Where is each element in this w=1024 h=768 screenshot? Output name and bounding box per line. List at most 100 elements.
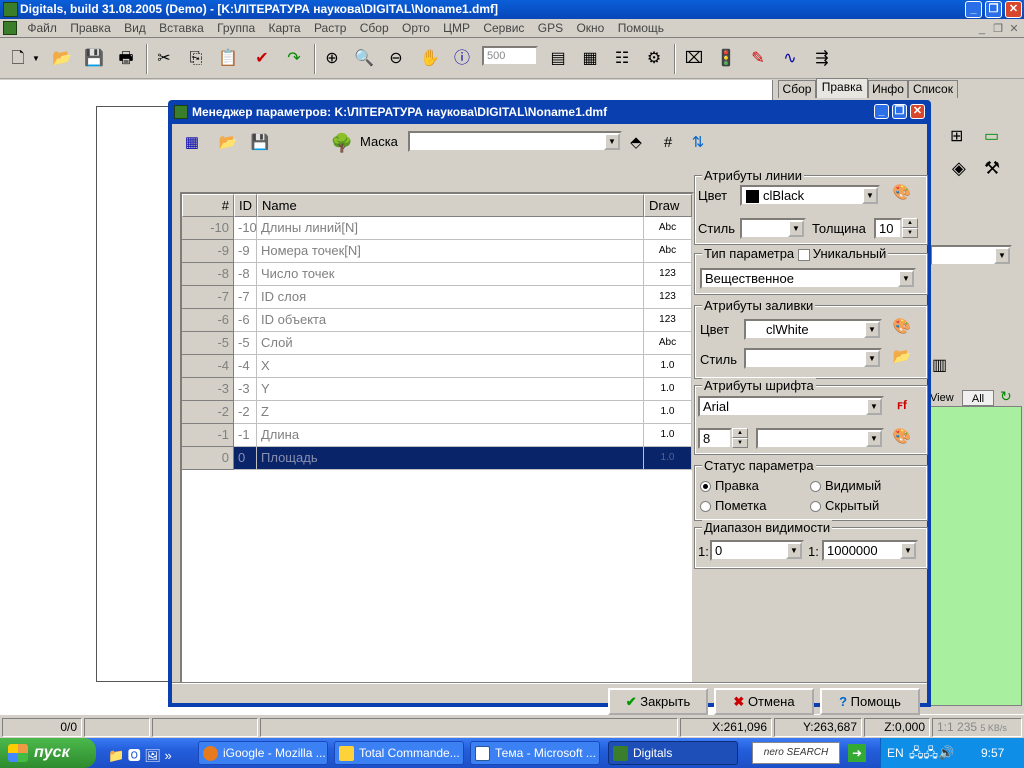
chevron-down-icon[interactable]: ▼	[866, 398, 882, 415]
language-indicator[interactable]: EN	[887, 746, 904, 760]
line-palette-icon[interactable]: 🎨	[890, 182, 914, 204]
task-digitals[interactable]: Digitals	[608, 741, 738, 765]
font-size-input[interactable]: 8	[698, 428, 732, 449]
menu-collect[interactable]: Сбор	[355, 19, 394, 38]
table-row[interactable]: -3 -3 Y 1.0	[182, 378, 692, 401]
edit-table-icon[interactable]: ▦	[180, 132, 204, 154]
status-edit-radio[interactable]: Правка	[700, 478, 759, 493]
go-arrow-icon[interactable]: ➜	[848, 744, 866, 762]
table-row[interactable]: -1 -1 Длина 1.0	[182, 424, 692, 447]
chevron-down-icon[interactable]: ▼	[866, 430, 882, 447]
visibility-to-select[interactable]: 1000000 ▼	[822, 540, 918, 561]
panel-combo[interactable]: ▼	[930, 245, 1012, 266]
task-firefox[interactable]: iGoogle - Mozilla ...	[198, 741, 328, 765]
table-row[interactable]: 0 0 Площадь 1.0	[182, 447, 692, 470]
thickness-spinner[interactable]: ▲ ▼	[902, 218, 918, 239]
start-button[interactable]: пуск	[0, 738, 96, 768]
line-tool-icon[interactable]: ▭	[984, 126, 999, 146]
dialog-minimize-button[interactable]: _	[874, 104, 889, 119]
chevron-down-icon[interactable]: ▼	[788, 220, 804, 237]
panel-tool-icon[interactable]: ▥	[932, 355, 947, 375]
new-document-icon[interactable]: 🗋	[6, 47, 30, 71]
table-row[interactable]: -6 -6 ID объекта 123	[182, 309, 692, 332]
help-button[interactable]: ? Помощь	[820, 688, 920, 715]
menu-view[interactable]: Вид	[119, 19, 151, 38]
chevron-down-icon[interactable]: ▼	[604, 133, 620, 150]
fill-palette-icon[interactable]: 🎨	[890, 316, 914, 338]
tray-icons[interactable]: 🖧🖧🔊	[909, 744, 954, 766]
select-box-icon[interactable]: ⊞	[950, 126, 963, 146]
font-dialog-icon[interactable]: ꜰf	[890, 394, 914, 416]
table-row[interactable]: -5 -5 Слой Abc	[182, 332, 692, 355]
traffic-light-icon[interactable]: 🚦	[714, 47, 738, 71]
menu-edit[interactable]: Правка	[65, 19, 116, 38]
status-hidden-radio[interactable]: Скрытый	[810, 498, 879, 513]
info-icon[interactable]: ⓘ	[450, 47, 474, 71]
redo-icon[interactable]: ↷	[282, 47, 306, 71]
font-select[interactable]: Arial ▼	[698, 396, 884, 417]
menu-file[interactable]: Файл	[22, 19, 62, 38]
mdi-restore-button[interactable]: ❐	[990, 22, 1006, 36]
pan-hand-icon[interactable]: ✋	[418, 47, 442, 71]
dialog-open-icon[interactable]: 📂	[216, 132, 240, 154]
zoom-window-icon[interactable]: ⊕	[320, 47, 344, 71]
print-icon[interactable]: 🖶	[114, 47, 138, 71]
menu-raster[interactable]: Растр	[309, 19, 351, 38]
check-icon[interactable]: ✔	[250, 47, 274, 71]
chevron-down-icon[interactable]: ▼	[900, 542, 916, 559]
table-row[interactable]: -9 -9 Номера точек[N] Abc	[182, 240, 692, 263]
table-row[interactable]: -10 -10 Длины линий[N] Abc	[182, 217, 692, 240]
task-word[interactable]: Тема - Microsoft ...	[470, 741, 600, 765]
params-icon[interactable]: ☷	[610, 47, 634, 71]
chevron-down-icon[interactable]: ▼	[994, 247, 1010, 264]
close-button[interactable]: ✕	[1005, 1, 1022, 18]
nero-search-box[interactable]: nero SEARCH	[752, 742, 840, 764]
dialog-save-icon[interactable]: 💾	[248, 132, 272, 154]
menu-service[interactable]: Сервис	[478, 19, 529, 38]
delete-object-icon[interactable]: ⌧	[682, 47, 706, 71]
fill-color-select[interactable]: clWhite ▼	[744, 319, 882, 340]
view-tab[interactable]: View	[930, 390, 966, 406]
tab-edit[interactable]: Правка	[816, 78, 868, 98]
table-row[interactable]: -2 -2 Z 1.0	[182, 401, 692, 424]
pencil-icon[interactable]: ✎	[746, 47, 770, 71]
menu-dem[interactable]: ЦМР	[438, 19, 475, 38]
fill-open-icon[interactable]: 📂	[890, 346, 914, 368]
menu-group[interactable]: Группа	[212, 19, 260, 38]
status-mark-radio[interactable]: Пометка	[700, 498, 766, 513]
chevron-down-icon[interactable]: ▼	[864, 350, 880, 367]
param-type-select[interactable]: Вещественное ▼	[700, 268, 916, 289]
zoom-in-icon[interactable]: 🔍	[352, 47, 376, 71]
tab-info[interactable]: Инфо	[868, 80, 908, 98]
puzzle-icon[interactable]: ⚙	[642, 47, 666, 71]
chevron-down-icon[interactable]: ▼	[786, 542, 802, 559]
table-icon[interactable]: ▦	[578, 47, 602, 71]
header-num[interactable]: #	[182, 194, 234, 217]
chevron-down-icon[interactable]: ▼	[898, 270, 914, 287]
layers-icon[interactable]: ▤	[546, 47, 570, 71]
dialog-close-button[interactable]: ✕	[910, 104, 925, 119]
tab-list[interactable]: Список	[908, 80, 958, 98]
thickness-input[interactable]: 10	[874, 218, 902, 239]
paste-icon[interactable]: 📋	[216, 47, 240, 71]
menu-window[interactable]: Окно	[571, 19, 609, 38]
menu-gps[interactable]: GPS	[533, 19, 568, 38]
menu-insert[interactable]: Вставка	[154, 19, 209, 38]
snap-icon[interactable]: ⚒	[984, 158, 1000, 179]
status-visible-radio[interactable]: Видимый	[810, 478, 881, 493]
cut-icon[interactable]: ✂	[152, 47, 176, 71]
scale-input[interactable]: 500	[482, 46, 538, 66]
close-dialog-button[interactable]: ✔ Закрыть	[608, 688, 708, 715]
font-extra-select[interactable]: ▼	[756, 428, 884, 449]
header-id[interactable]: ID	[234, 194, 257, 217]
table-row[interactable]: -7 -7 ID слоя 123	[182, 286, 692, 309]
font-palette-icon[interactable]: 🎨	[890, 426, 914, 448]
cancel-button[interactable]: ✖ Отмена	[714, 688, 814, 715]
task-total-commander[interactable]: Total Commande...	[334, 741, 464, 765]
all-tab[interactable]: All	[962, 390, 994, 406]
copy-icon[interactable]: ⎘	[184, 47, 208, 71]
chevron-down-icon[interactable]: ▼	[862, 187, 878, 204]
dz-icon[interactable]: ◈	[952, 158, 966, 179]
table-row[interactable]: -8 -8 Число точек 123	[182, 263, 692, 286]
new-dropdown-icon[interactable]: ▼	[30, 47, 42, 71]
